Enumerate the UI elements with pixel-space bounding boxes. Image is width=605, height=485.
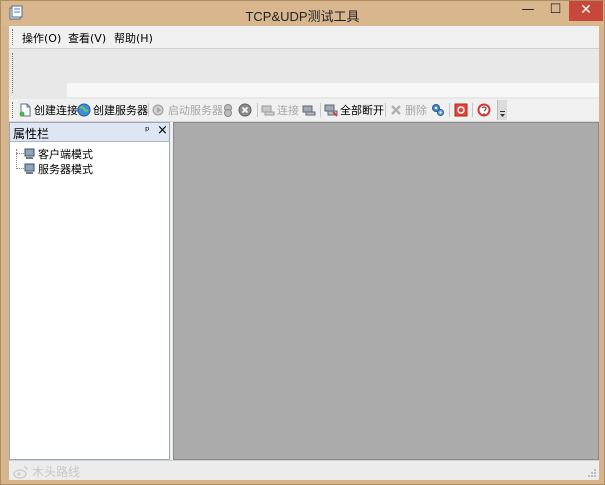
start-server-button[interactable]: 启动服务器 xyxy=(152,102,223,118)
globe-icon xyxy=(77,103,91,117)
tree-item-client-mode[interactable]: 客户端模式 xyxy=(24,146,93,162)
status-bar: 木头路线 xyxy=(9,460,599,480)
disconnect-all-label: 全部断开 xyxy=(340,104,384,117)
computer-icon xyxy=(24,148,35,159)
network-disconnect-icon xyxy=(302,105,316,116)
toolbar-overflow-button[interactable] xyxy=(497,100,507,120)
tree-item-label: 服务器模式 xyxy=(38,163,93,176)
toolbar-grip[interactable] xyxy=(12,102,16,118)
panel-close-button[interactable]: × xyxy=(157,123,168,138)
tree-item-label: 客户端模式 xyxy=(38,148,93,161)
server-icon xyxy=(24,163,35,174)
gears-icon xyxy=(432,104,444,116)
new-document-icon xyxy=(19,103,31,117)
delete-x-icon xyxy=(391,105,401,115)
help-button[interactable] xyxy=(477,102,493,118)
record-button[interactable] xyxy=(454,102,470,118)
band-inner-area xyxy=(67,83,599,97)
disconnect-all-button[interactable]: 全部断开 xyxy=(324,102,384,118)
create-server-button[interactable]: 创建服务器 xyxy=(77,102,148,118)
toolbar: 创建连接 创建服务器 启动服务器 连接 全部断开 删除 xyxy=(9,99,599,122)
minimize-button[interactable]: — xyxy=(514,1,542,21)
delete-button[interactable]: 删除 xyxy=(389,102,427,118)
close-button[interactable]: ✕ xyxy=(569,1,603,21)
disconnect-button[interactable] xyxy=(302,102,318,118)
watermark-text: 木头路线 xyxy=(32,465,81,479)
server-start-icon xyxy=(152,104,164,116)
resize-grip-icon[interactable] xyxy=(587,468,597,478)
connect-button[interactable]: 连接 xyxy=(261,102,299,118)
tree-connector-line xyxy=(16,153,24,154)
delete-label: 删除 xyxy=(405,104,427,117)
record-icon xyxy=(454,103,468,117)
toolbar-separator xyxy=(320,103,321,117)
start-server-label: 启动服务器 xyxy=(168,104,223,117)
toolbar-separator xyxy=(148,103,149,117)
client-area: 操作(O) 查看(V) 帮助(H) 创建连接 创建服务器 启动服务器 连接 全部… xyxy=(9,26,599,480)
create-server-label: 创建服务器 xyxy=(93,104,148,117)
server-stop-icon xyxy=(224,104,232,117)
mdi-workspace[interactable] xyxy=(173,122,599,460)
menu-help[interactable]: 帮助(H) xyxy=(114,30,153,46)
title-bar[interactable]: TCP&UDP测试工具 — ☐ ✕ xyxy=(1,1,604,26)
pin-icon[interactable]: ᵖ xyxy=(145,124,150,137)
cancel-circle-icon xyxy=(238,103,252,117)
watermark: 木头路线 xyxy=(13,463,80,480)
maximize-button[interactable]: ☐ xyxy=(542,1,569,21)
weibo-logo-icon xyxy=(13,465,28,479)
disconnect-all-icon xyxy=(324,104,338,117)
app-window: TCP&UDP测试工具 — ☐ ✕ 操作(O) 查看(V) 帮助(H) 创建连接… xyxy=(0,0,605,485)
connect-label: 连接 xyxy=(277,104,299,117)
toolbar-separator xyxy=(449,103,450,117)
stop-server-button[interactable] xyxy=(221,102,237,118)
tree-connector-line xyxy=(16,168,24,169)
settings-button[interactable] xyxy=(431,102,447,118)
cancel-button[interactable] xyxy=(238,102,254,118)
menubar-grip[interactable] xyxy=(12,29,16,45)
toolbar-separator xyxy=(257,103,258,117)
help-lifebuoy-icon xyxy=(477,103,491,117)
chevron-down-icon xyxy=(500,111,505,117)
menu-view[interactable]: 查看(V) xyxy=(68,30,106,46)
menu-bar: 操作(O) 查看(V) 帮助(H) xyxy=(9,26,599,48)
property-panel: 属性栏 ᵖ × 客户端模式 服务器模式 xyxy=(9,122,170,460)
panel-header: 属性栏 ᵖ × xyxy=(10,123,169,142)
menu-operate[interactable]: 操作(O) xyxy=(22,30,61,46)
toolbar-separator xyxy=(472,103,473,117)
panel-title: 属性栏 xyxy=(13,127,50,141)
tree-item-server-mode[interactable]: 服务器模式 xyxy=(24,161,93,177)
create-connection-label: 创建连接 xyxy=(34,104,78,117)
toolbar-separator xyxy=(385,103,386,117)
band-grip[interactable] xyxy=(12,53,16,93)
network-connect-icon xyxy=(261,105,275,116)
tree-connector-line xyxy=(16,149,17,167)
create-connection-button[interactable]: 创建连接 xyxy=(18,102,78,118)
